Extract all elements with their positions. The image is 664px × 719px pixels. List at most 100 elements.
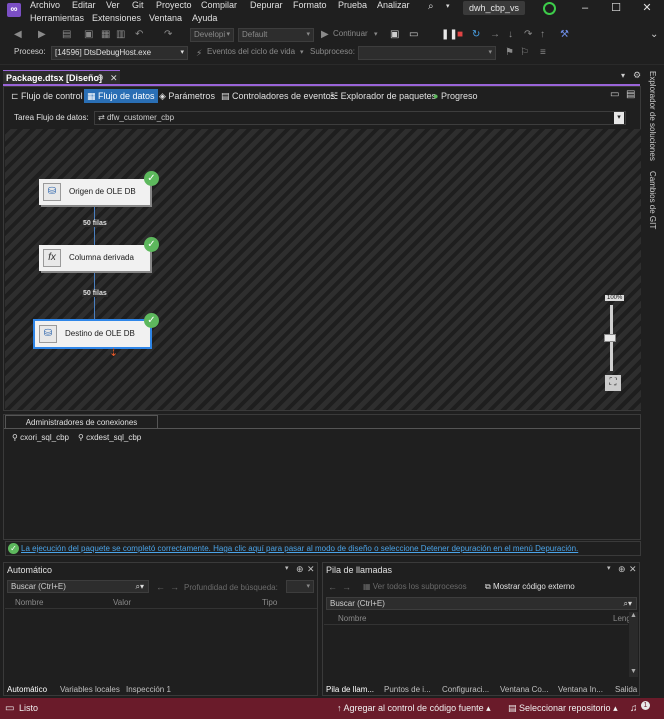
pin-icon[interactable]: ⊕ [296,564,304,575]
column-header-name[interactable]: Nombre [338,614,366,623]
zoom-to-fit-icon[interactable]: ⛶ [605,375,621,391]
process-dropdown[interactable]: [14596] DtsDebugHost.exe ▾ [51,46,188,60]
menu-depurar[interactable]: Depurar [250,0,283,10]
menu-archivo[interactable]: Archivo [30,0,60,10]
zoom-slider-thumb[interactable] [604,334,616,342]
notifications-bell-icon[interactable]: ♫ [630,698,638,719]
source-control-button[interactable]: ↑ Agregar al control de código fuente ▴ [337,698,491,719]
forward-icon[interactable]: → [170,582,179,592]
menu-proyecto[interactable]: Proyecto [156,0,192,10]
tab-immediate-window[interactable]: Ventana In... [558,685,603,694]
autos-search-input[interactable]: Buscar (Ctrl+E) ⌕▾ [7,580,149,593]
lifecycle-events-label[interactable]: Eventos del ciclo de vida [207,47,295,56]
lifecycle-events-icon[interactable]: ⚡ [196,46,202,60]
undo-icon[interactable]: ↶ [135,28,143,42]
menu-extensiones[interactable]: Extensiones [92,13,141,23]
continue-play-icon[interactable]: ▶ [321,28,329,42]
menu-herramientas[interactable]: Herramientas [30,13,84,23]
close-tab-icon[interactable]: ✕ [110,71,118,85]
pause-icon[interactable]: ❚❚ [441,28,458,42]
show-all-threads-button[interactable]: ▦ Ver todos los subprocesos [363,582,467,591]
step-into-icon[interactable]: ↓ [508,28,513,42]
scroll-up-icon[interactable]: ▲ [630,612,637,619]
solution-explorer-tab[interactable]: Explorador de soluciones [648,71,657,161]
column-header-type[interactable]: Tipo [262,598,277,607]
connection-item[interactable]: ⚲ cxdest_sql_cbp [78,433,141,442]
derived-column-node[interactable]: fx Columna derivada [39,245,150,271]
document-tab-package[interactable]: Package.dtsx [Diseño] ⊕ ✕ [3,70,120,84]
back-icon[interactable]: ◀ [14,28,22,42]
search-icon[interactable]: ⌕ [428,2,434,12]
tab-data-flow[interactable]: ▦ Flujo de datos [84,89,158,103]
data-flow-canvas[interactable]: ⛁ Origen de OLE DB ✓ 50 filas fx Columna… [5,129,641,410]
chevron-down-icon[interactable]: ▾ [374,28,378,42]
back-icon[interactable]: ← [156,582,165,592]
variables-icon[interactable]: ▭ [610,90,619,100]
menu-prueba[interactable]: Prueba [338,0,367,10]
stack-frame-icon[interactable]: ≡ [540,46,546,60]
menu-git[interactable]: Git [132,0,144,10]
screen-icon[interactable]: ▭ [409,28,418,42]
settings-gear-icon[interactable]: ⚙ [633,71,641,80]
column-header-value[interactable]: Valor [113,598,131,607]
ole-db-destination-node[interactable]: ⛁ Destino de OLE DB [33,319,152,349]
tab-breakpoints[interactable]: Puntos de i... [384,685,431,694]
ole-db-source-node[interactable]: ⛁ Origen de OLE DB [39,179,150,205]
debug-target-icon[interactable]: ▣ [390,28,399,42]
tab-package-explorer[interactable]: ☷ Explorador de paquetes [327,89,439,103]
chevron-down-icon[interactable]: ▾ [446,3,450,10]
tab-exception-settings[interactable]: Configuraci... [442,685,489,694]
column-header-name[interactable]: Nombre [15,598,43,607]
tab-command-window[interactable]: Ventana Co... [500,685,548,694]
platform-dropdown[interactable]: Default ▾ [238,28,314,42]
menu-editar[interactable]: Editar [72,0,96,10]
copilot-status-icon[interactable] [543,2,556,15]
menu-ayuda[interactable]: Ayuda [192,13,217,23]
minimize-button[interactable]: – [570,1,600,15]
panel-menu-icon[interactable]: ▾ [607,564,611,572]
toggle-flag-icon[interactable]: ⚐ [520,46,529,60]
tab-parameters[interactable]: ◈ Parámetros [156,89,218,103]
scroll-down-icon[interactable]: ▼ [630,668,637,675]
tab-locals[interactable]: Variables locales [60,685,120,694]
restart-icon[interactable]: ↻ [472,28,480,42]
maximize-button[interactable]: ☐ [601,1,631,15]
connection-item[interactable]: ⚲ cxori_sql_cbp [12,433,69,442]
forward-icon[interactable]: → [342,582,351,592]
panel-menu-icon[interactable]: ▾ [285,564,289,572]
redo-icon[interactable]: ↷ [164,28,172,42]
connection-managers-tab[interactable]: Administradores de conexiones [5,415,158,428]
menu-analizar[interactable]: Analizar [377,0,410,10]
tab-call-stack[interactable]: Pila de llam... [326,685,374,694]
tab-progress[interactable]: ● Progreso [430,89,480,103]
step-out-icon[interactable]: ↑ [540,28,545,42]
stop-icon[interactable]: ■ [457,28,463,42]
hot-reload-icon[interactable]: ⚒ [560,28,569,42]
visual-studio-logo-icon[interactable]: ∞ [7,3,21,17]
show-next-statement-icon[interactable]: → [490,28,500,42]
close-panel-icon[interactable]: ✕ [307,564,315,575]
forward-icon[interactable]: ▶ [38,28,46,42]
call-stack-search-input[interactable]: Buscar (Ctrl+E) ⌕▾ [326,597,637,610]
toolbar-overflow-icon[interactable]: ⌄ [650,28,658,42]
back-icon[interactable]: ← [328,582,337,592]
vertical-scrollbar[interactable]: ▲ ▼ [629,612,638,677]
pin-icon[interactable]: ⊕ [618,564,626,575]
tab-event-handlers[interactable]: ▤ Controladores de eventos [218,89,338,103]
select-repository-button[interactable]: ▤ Seleccionar repositorio ▴ [508,698,618,719]
search-depth-dropdown[interactable]: ▾ [286,580,314,593]
tab-watch-1[interactable]: Inspección 1 [126,685,171,694]
error-output-arrow-icon[interactable]: ⇣ [109,348,118,359]
continue-button-label[interactable]: Continuar [333,29,368,38]
menu-ventana[interactable]: Ventana [149,13,182,23]
menu-compilar[interactable]: Compilar [201,0,237,10]
open-icon[interactable]: ▣ [84,28,93,42]
tab-control-flow[interactable]: ⊏ Flujo de control [8,89,86,103]
flag-icon[interactable]: ⚑ [505,46,514,60]
close-window-button[interactable]: ✕ [632,1,662,15]
output-window-icon[interactable]: ▭ [5,698,14,719]
thread-dropdown[interactable]: ▾ [358,46,496,60]
show-external-code-button[interactable]: ⧉ Mostrar código externo [485,582,575,592]
solution-config-dropdown[interactable]: Developi ▾ [190,28,234,42]
close-panel-icon[interactable]: ✕ [629,564,637,575]
